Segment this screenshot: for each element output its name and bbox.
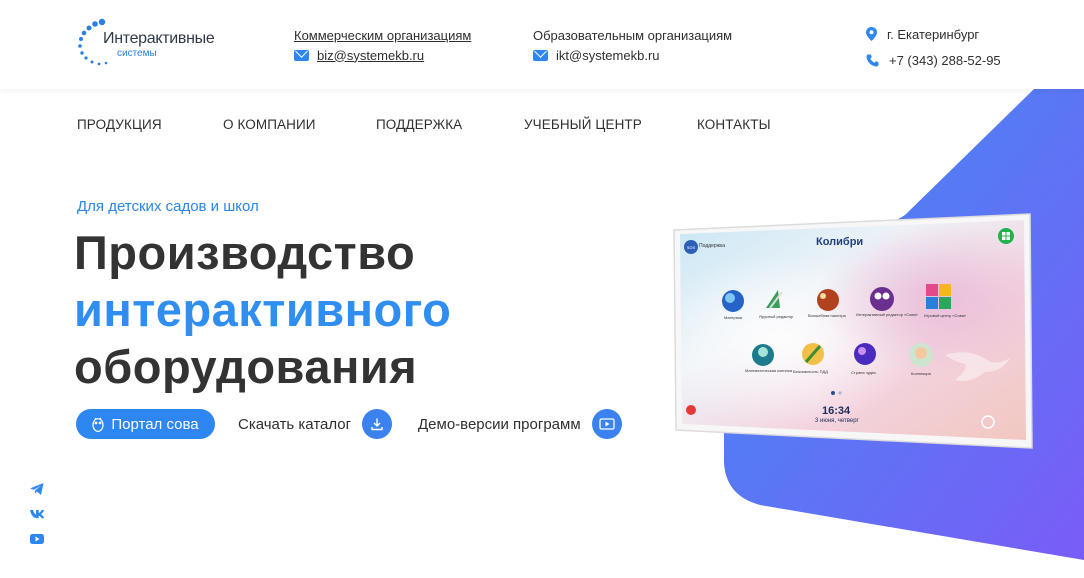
headline-line-2: интерактивного xyxy=(74,283,452,336)
download-catalog-link[interactable]: Скачать каталог xyxy=(238,409,393,439)
app-label: Ярусный редактор xyxy=(759,314,794,319)
phone-link[interactable]: +7 (343) 288-52-95 xyxy=(889,53,1001,68)
brand-subtitle: системы xyxy=(117,48,157,59)
telegram-icon[interactable] xyxy=(29,481,45,497)
screen-time: 16:34 xyxy=(822,405,851,417)
owl-icon xyxy=(92,417,104,432)
biz-title-link[interactable]: Коммерческим организациям xyxy=(294,28,471,46)
app-label: Математическая копилка xyxy=(745,368,792,373)
app-label: Материки xyxy=(724,315,742,320)
headline-line-3: оборудования xyxy=(74,340,418,393)
biz-contact: Коммерческим организациям biz@systemekb.… xyxy=(294,28,471,64)
nav-item-training-center[interactable]: УЧЕБНЫЙ ЦЕНТР xyxy=(524,117,697,132)
youtube-icon[interactable] xyxy=(29,531,45,547)
edu-title[interactable]: Образовательным организациям xyxy=(533,28,732,46)
nav-item-support[interactable]: ПОДДЕРЖКА xyxy=(376,117,524,132)
app-label: Интерактивный редактор «Сова» xyxy=(856,312,918,317)
phone-icon xyxy=(866,54,879,66)
app-label: Безопасность ПДД xyxy=(793,369,828,374)
app-label: Игровой центр «Сова» xyxy=(924,313,967,318)
app-label: Коллекция xyxy=(911,371,931,376)
hero-headline: Производство интерактивного оборудования xyxy=(74,224,451,395)
nav-item-products[interactable]: ПРОДУКЦИЯ xyxy=(77,117,223,132)
demo-programs-label: Демо-версии программ xyxy=(418,415,581,433)
brand-logo[interactable]: Интерактивные системы xyxy=(76,18,216,70)
sos-badge: SOS xyxy=(684,240,698,254)
download-icon[interactable] xyxy=(362,409,393,439)
screen-title: Колибри xyxy=(816,236,864,248)
app-label: Волшебная палитра xyxy=(808,313,846,318)
download-catalog-label: Скачать каталог xyxy=(238,415,352,433)
demo-programs-link[interactable]: Демо-версии программ xyxy=(418,409,622,439)
main-nav: ПРОДУКЦИЯ О КОМПАНИИ ПОДДЕРЖКА УЧЕБНЫЙ Ц… xyxy=(77,117,771,132)
hero-kicker: Для детских садов и школ xyxy=(77,198,259,215)
location-pin-icon xyxy=(866,27,877,41)
edu-email-link[interactable]: ikt@systemekb.ru xyxy=(556,48,660,63)
headline-line-1: Производство xyxy=(74,226,416,279)
biz-email-link[interactable]: biz@systemekb.ru xyxy=(317,48,424,63)
nav-item-about[interactable]: О КОМПАНИИ xyxy=(223,117,376,132)
mail-icon xyxy=(533,49,548,61)
sos-support-label: Поддержка xyxy=(699,243,726,249)
portal-sova-label: Портал сова xyxy=(111,415,199,433)
portal-sova-button[interactable]: Портал сова xyxy=(76,409,215,439)
screen-date: 3 июня, четверг xyxy=(815,418,859,424)
video-play-icon[interactable] xyxy=(591,409,622,439)
vk-icon[interactable] xyxy=(29,506,45,522)
city-label: г. Екатеринбург xyxy=(887,26,980,42)
app-label: Страна чудес xyxy=(851,370,877,375)
site-header: Интерактивные системы Коммерческим орган… xyxy=(0,0,1084,89)
edu-contact: Образовательным организациям ikt@systeme… xyxy=(533,28,732,64)
location-block: г. Екатеринбург +7 (343) 288-52-95 xyxy=(866,24,1001,76)
nav-item-contacts[interactable]: КОНТАКТЫ xyxy=(697,117,771,132)
mail-icon xyxy=(294,49,309,61)
brand-name: Интерактивные xyxy=(103,30,215,47)
